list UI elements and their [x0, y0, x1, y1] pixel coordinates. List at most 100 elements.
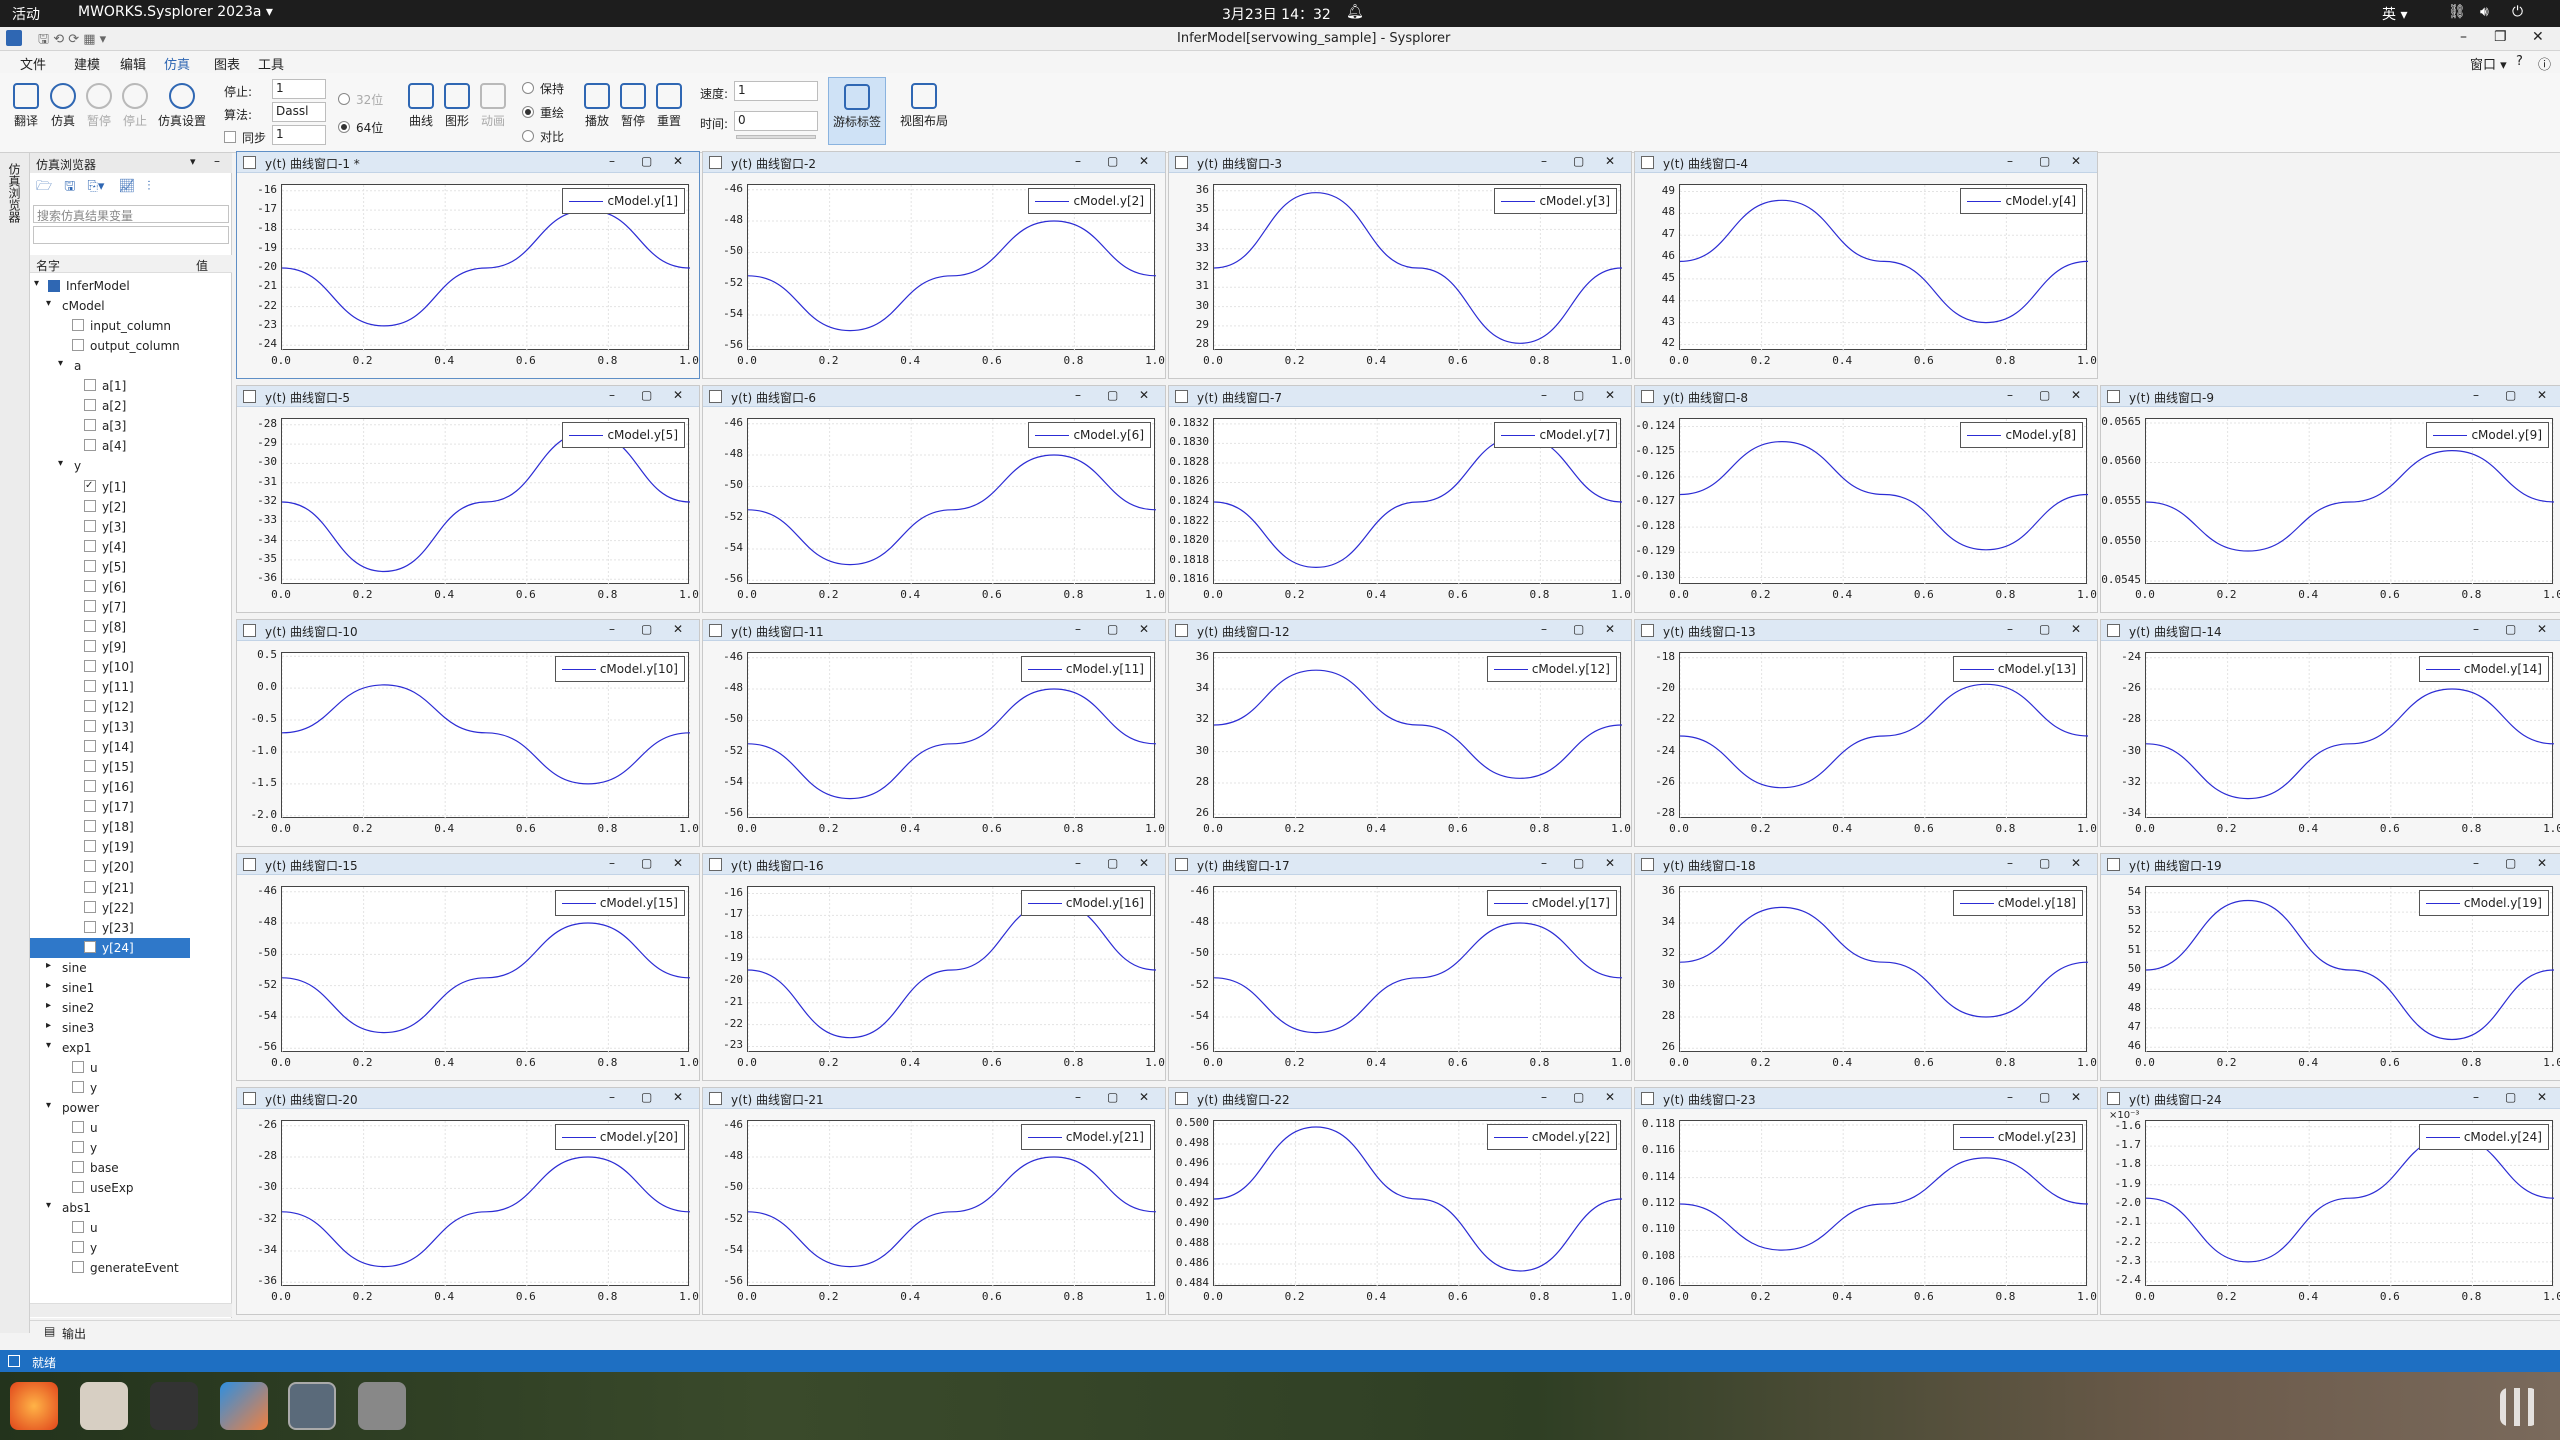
series-line[interactable]: [747, 1156, 1157, 1268]
tree-item[interactable]: ▾ exp1: [30, 1038, 190, 1058]
plot-window-titlebar[interactable]: y(t) 曲线窗口-18 – ▢ ✕: [1635, 854, 2097, 875]
tree-item[interactable]: y[21]: [30, 878, 190, 898]
collapse-arrow-icon[interactable]: ▸: [46, 1020, 51, 1031]
plot-canvas[interactable]: cModel.y[13]: [1679, 652, 2089, 819]
plot-close-icon[interactable]: ✕: [673, 1090, 683, 1104]
sim-settings-button[interactable]: 仿真设置: [158, 83, 206, 129]
plot-minimize-icon[interactable]: –: [1075, 388, 1081, 402]
expand-arrow-icon[interactable]: ▾: [58, 358, 63, 369]
cursor-label-button[interactable]: 游标标签: [828, 77, 886, 145]
plot-minimize-icon[interactable]: –: [2473, 1090, 2479, 1104]
variable-checkbox[interactable]: [72, 1221, 84, 1234]
plot-minimize-icon[interactable]: –: [1541, 856, 1547, 870]
expand-arrow-icon[interactable]: ▾: [34, 278, 39, 289]
plot-canvas[interactable]: cModel.y[20]: [281, 1120, 691, 1287]
search-input[interactable]: 搜索仿真结果变量: [33, 205, 229, 223]
view-layout-button[interactable]: 视图布局: [896, 83, 952, 129]
legend[interactable]: cModel.y[16]: [1020, 890, 1151, 916]
tree-item[interactable]: y: [30, 1138, 190, 1158]
tree-item[interactable]: y[20]: [30, 857, 190, 877]
expand-arrow-icon[interactable]: ▾: [46, 298, 51, 309]
series-line[interactable]: [1679, 906, 2089, 1018]
plot-canvas[interactable]: cModel.y[5]: [281, 418, 691, 585]
algorithm-select[interactable]: Dassl: [272, 102, 326, 122]
plot-canvas[interactable]: cModel.y[12]: [1213, 652, 1623, 819]
plot-window-titlebar[interactable]: y(t) 曲线窗口-14 – ▢ ✕: [2101, 620, 2560, 641]
series-line[interactable]: [2145, 449, 2555, 552]
tree-item[interactable]: y[9]: [30, 637, 190, 657]
variable-checkbox[interactable]: [84, 519, 96, 532]
series-line[interactable]: [281, 684, 691, 785]
time-input[interactable]: 0: [734, 111, 818, 131]
plot-maximize-icon[interactable]: ▢: [2505, 856, 2516, 870]
plot-maximize-icon[interactable]: ▢: [1573, 1090, 1584, 1104]
tree-item[interactable]: y[11]: [30, 677, 190, 697]
plot-minimize-icon[interactable]: –: [1541, 154, 1547, 168]
plot-window[interactable]: y(t) 曲线窗口-10– ▢ ✕ 0.5 0.0 -0.5 -1.0 -1.5 -2.0 0.0…: [236, 619, 700, 847]
legend[interactable]: cModel.y[23]: [1952, 1124, 2083, 1150]
app-grid-icon[interactable]: [2500, 1388, 2538, 1426]
network-icon[interactable]: ⛓: [2448, 4, 2466, 20]
plot-window-titlebar[interactable]: y(t) 曲线窗口-10 – ▢ ✕: [237, 620, 699, 641]
notification-bell-icon[interactable]: 🔔︎: [1346, 4, 1364, 20]
plot-minimize-icon[interactable]: –: [609, 622, 615, 636]
tree-item[interactable]: y[5]: [30, 557, 190, 577]
mode-keep-radio[interactable]: [522, 82, 534, 94]
variable-checkbox[interactable]: [84, 880, 96, 893]
plot-window[interactable]: y(t) 曲线窗口-13 – ▢ ✕ -18 -20 -22 -24 -26 -28 0.0 0.2 0…: [1634, 619, 2098, 847]
simulate-button[interactable]: 仿真: [46, 83, 80, 129]
plot-window-titlebar[interactable]: y(t) 曲线窗口-1 * – ▢ ✕: [237, 152, 699, 173]
tree-item[interactable]: y[14]: [30, 737, 190, 757]
plot-minimize-icon[interactable]: –: [609, 1090, 615, 1104]
variable-checkbox[interactable]: [84, 399, 96, 412]
graphic-button[interactable]: 图形: [440, 83, 474, 129]
plot-close-icon[interactable]: ✕: [2537, 1090, 2547, 1104]
legend[interactable]: cModel.y[13]: [1952, 656, 2083, 682]
variable-checkbox[interactable]: [84, 659, 96, 672]
plot-icon[interactable]: 📈︎: [119, 179, 136, 194]
plot-window[interactable]: y(t) 曲线窗口-4 – ▢ ✕ 49 48 47 46 45 44 43 42 0.0 0.2 0.4 0…: [1634, 151, 2098, 379]
plot-maximize-icon[interactable]: ▢: [1107, 1090, 1118, 1104]
collapse-arrow-icon[interactable]: ▸: [46, 1000, 51, 1011]
tree-item[interactable]: y: [30, 1078, 190, 1098]
tree-item[interactable]: ▾ a: [30, 356, 190, 376]
terminal-icon[interactable]: [150, 1382, 198, 1430]
series-line[interactable]: [747, 901, 1157, 1039]
browser-side-tab[interactable]: 仿真浏览器: [7, 163, 23, 223]
variable-checkbox[interactable]: [84, 379, 96, 392]
plot-window[interactable]: y(t) 曲线窗口-20 – ▢ ✕ -26 -28 -30 -32 -34 -36 0.0 0.2 0…: [236, 1087, 700, 1315]
plot-window[interactable]: y(t) 曲线窗口-9 – ▢ ✕ 0.0565 0.0560 0.0555 0.0550 0.…: [2100, 385, 2560, 613]
plot-window-titlebar[interactable]: y(t) 曲线窗口-8 – ▢ ✕: [1635, 386, 2097, 407]
series-line[interactable]: [1213, 922, 1623, 1034]
legend[interactable]: cModel.y[24]: [2418, 1124, 2549, 1150]
tree-item[interactable]: y[24]: [30, 937, 190, 958]
tree-item[interactable]: ▸ sine1: [30, 978, 190, 998]
plot-minimize-icon[interactable]: –: [2007, 622, 2013, 636]
legend[interactable]: cModel.y[18]: [1952, 890, 2083, 916]
volume-icon[interactable]: 🔊︎: [2480, 4, 2489, 20]
plot-canvas[interactable]: cModel.y[9]: [2145, 418, 2555, 585]
plot-window[interactable]: y(t) 曲线窗口-16 – ▢ ✕ -16 -17 -18 -19 -20 -21 -22 -23 0…: [702, 853, 1166, 1081]
sysplorer-icon[interactable]: [288, 1382, 336, 1430]
variable-checkbox[interactable]: [84, 720, 96, 733]
plot-canvas[interactable]: cModel.y[3]: [1213, 184, 1623, 351]
menu-tools[interactable]: 工具: [258, 54, 284, 73]
plot-minimize-icon[interactable]: –: [1075, 856, 1081, 870]
series-line[interactable]: [281, 1156, 691, 1268]
plot-maximize-icon[interactable]: ▢: [2039, 154, 2050, 168]
variable-checkbox[interactable]: [84, 419, 96, 432]
tree-item[interactable]: y[6]: [30, 577, 190, 597]
export-icon[interactable]: ⎘▾: [87, 179, 104, 194]
series-line[interactable]: [1679, 440, 2089, 551]
variable-checkbox[interactable]: [84, 840, 96, 853]
bits32-radio[interactable]: [338, 93, 350, 105]
plot-minimize-icon[interactable]: –: [2007, 1090, 2013, 1104]
activities-button[interactable]: 活动: [12, 4, 40, 24]
tree-item[interactable]: y[13]: [30, 717, 190, 737]
plot-minimize-icon[interactable]: –: [609, 856, 615, 870]
plot-window-titlebar[interactable]: y(t) 曲线窗口-2 – ▢ ✕: [703, 152, 1165, 173]
plot-close-icon[interactable]: ✕: [2537, 622, 2547, 636]
plot-canvas[interactable]: cModel.y[15]: [281, 886, 691, 1053]
variable-checkbox[interactable]: [84, 579, 96, 592]
plot-maximize-icon[interactable]: ▢: [1573, 154, 1584, 168]
